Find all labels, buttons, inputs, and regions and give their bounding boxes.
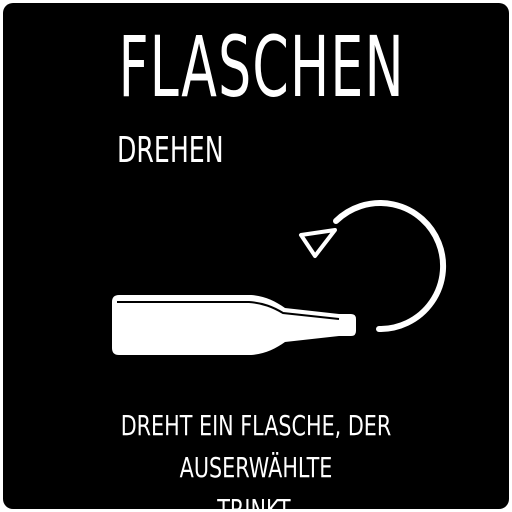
- rotate-arrow-icon: [299, 200, 447, 333]
- description-line-2: TRINKT.: [217, 493, 294, 509]
- bottle-icon: [112, 295, 356, 355]
- card-description: DREHT EIN FLASCHE, DER AUSERWÄHLTE TRINK…: [3, 405, 509, 509]
- description-line-1: DREHT EIN FLASCHE, DER AUSERWÄHLTE: [120, 409, 392, 484]
- game-card: FLASCHEN DREHEN DREHT EIN FLASCHE, DER A…: [3, 3, 509, 509]
